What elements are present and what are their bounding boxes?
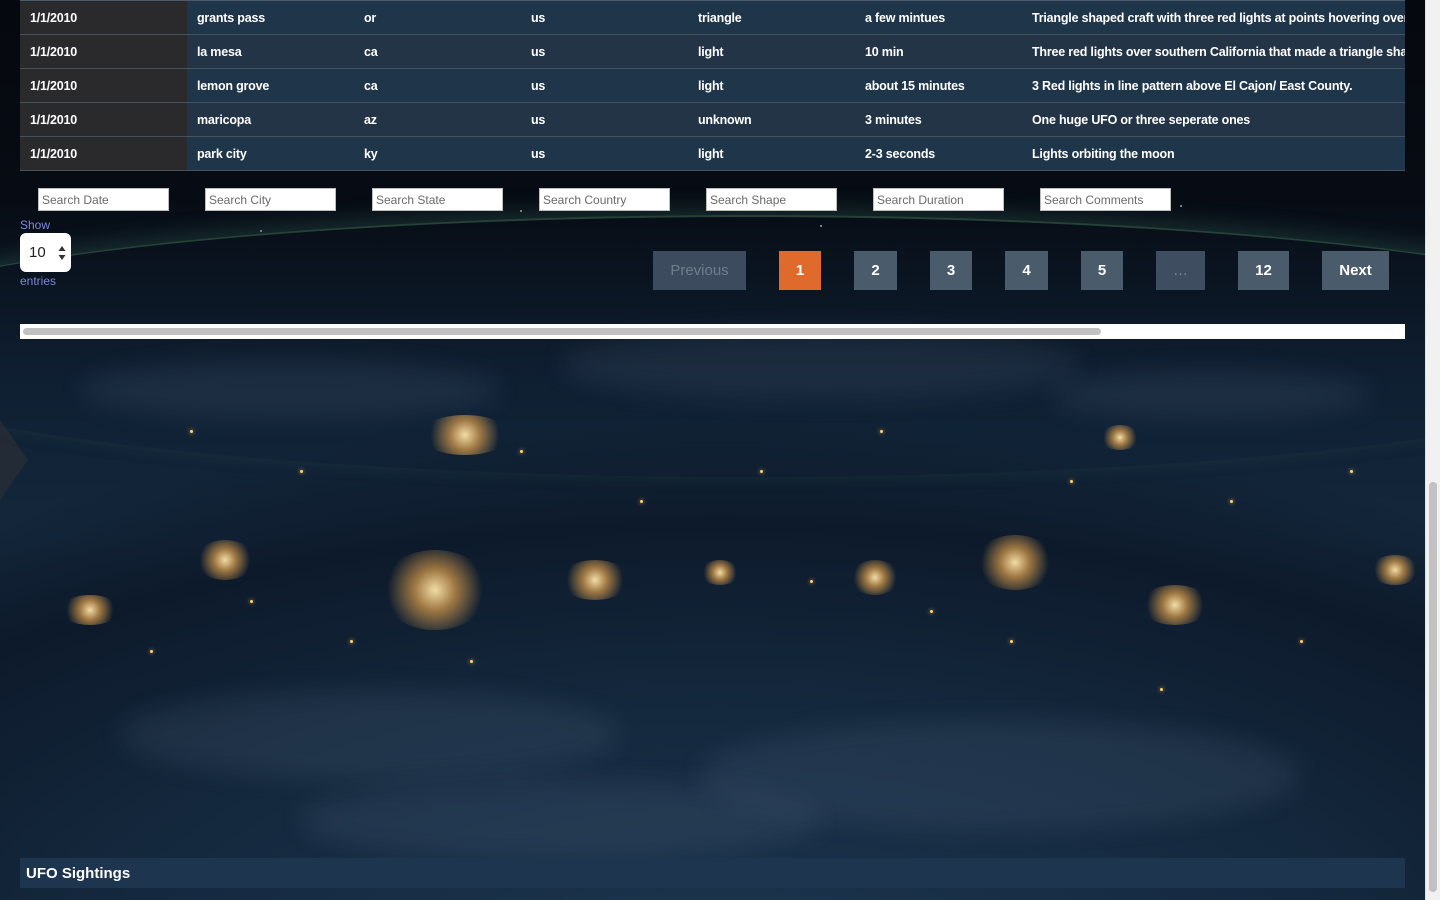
- table-row: 1/1/2010 maricopa az us unknown 3 minute…: [20, 102, 1405, 137]
- cell-city: lemon grove: [187, 68, 354, 103]
- cell-state: ca: [354, 34, 521, 69]
- ufo-sightings-table: 1/1/2010 grants pass or us triangle a fe…: [20, 0, 1405, 171]
- page-button-5[interactable]: 5: [1081, 251, 1123, 290]
- page-button-4[interactable]: 4: [1005, 251, 1048, 290]
- search-country-input[interactable]: [539, 188, 670, 211]
- cell-country: us: [521, 34, 688, 69]
- cell-shape: light: [688, 68, 855, 103]
- horizontal-scrollbar-thumb[interactable]: [23, 328, 1101, 335]
- search-state-input[interactable]: [372, 188, 503, 211]
- search-duration-input[interactable]: [873, 188, 1004, 211]
- search-shape-input[interactable]: [706, 188, 837, 211]
- cell-country: us: [521, 136, 688, 171]
- cell-comments: 3 Red lights in line pattern above El Ca…: [1022, 68, 1405, 103]
- vertical-scrollbar-thumb[interactable]: [1429, 482, 1437, 892]
- pagination: Previous 1 2 3 4 5 … 12 Next: [20, 251, 1405, 290]
- cell-shape: light: [688, 34, 855, 69]
- cell-comments: Lights orbiting the moon: [1022, 136, 1405, 171]
- cell-shape: triangle: [688, 0, 855, 35]
- cell-country: us: [521, 102, 688, 137]
- search-city-input[interactable]: [205, 188, 336, 211]
- previous-button[interactable]: Previous: [653, 251, 746, 290]
- cell-city: maricopa: [187, 102, 354, 137]
- table-row: 1/1/2010 lemon grove ca us light about 1…: [20, 68, 1405, 103]
- cell-state: or: [354, 0, 521, 35]
- column-filters: [20, 188, 1405, 211]
- cell-date: 1/1/2010: [20, 0, 187, 35]
- table-row: 1/1/2010 park city ky us light 2-3 secon…: [20, 136, 1405, 171]
- cell-country: us: [521, 0, 688, 35]
- cell-comments: One huge UFO or three seperate ones: [1022, 102, 1405, 137]
- page-button-3[interactable]: 3: [930, 251, 972, 290]
- cell-comments: Three red lights over southern Californi…: [1022, 34, 1405, 69]
- cell-shape: unknown: [688, 102, 855, 137]
- cell-date: 1/1/2010: [20, 68, 187, 103]
- table-row: 1/1/2010 la mesa ca us light 10 min Thre…: [20, 34, 1405, 69]
- cell-date: 1/1/2010: [20, 34, 187, 69]
- show-label: Show: [20, 218, 51, 232]
- cell-city: park city: [187, 136, 354, 171]
- page-vertical-scrollbar[interactable]: [1425, 0, 1440, 900]
- search-date-input[interactable]: [38, 188, 169, 211]
- cell-state: az: [354, 102, 521, 137]
- pagination-ellipsis: …: [1156, 251, 1205, 290]
- cell-duration: 3 minutes: [855, 102, 1022, 137]
- cell-duration: 2-3 seconds: [855, 136, 1022, 171]
- table-horizontal-scrollbar[interactable]: [20, 324, 1405, 339]
- cell-date: 1/1/2010: [20, 102, 187, 137]
- cell-city: la mesa: [187, 34, 354, 69]
- footer-title: UFO Sightings: [26, 865, 131, 882]
- cell-state: ky: [354, 136, 521, 171]
- cell-duration: 10 min: [855, 34, 1022, 69]
- footer-bar: UFO Sightings: [20, 858, 1405, 888]
- page-button-1[interactable]: 1: [779, 251, 821, 290]
- next-button[interactable]: Next: [1322, 251, 1389, 290]
- page-button-12[interactable]: 12: [1238, 251, 1289, 290]
- cell-state: ca: [354, 68, 521, 103]
- cell-date: 1/1/2010: [20, 136, 187, 171]
- cell-comments: Triangle shaped craft with three red lig…: [1022, 0, 1405, 35]
- cell-duration: a few mintues: [855, 0, 1022, 35]
- cell-country: us: [521, 68, 688, 103]
- cell-shape: light: [688, 136, 855, 171]
- cell-duration: about 15 minutes: [855, 68, 1022, 103]
- search-comments-input[interactable]: [1040, 188, 1171, 211]
- main-content: 1/1/2010 grants pass or us triangle a fe…: [20, 0, 1405, 339]
- table-row: 1/1/2010 grants pass or us triangle a fe…: [20, 0, 1405, 35]
- cell-city: grants pass: [187, 0, 354, 35]
- page-button-2[interactable]: 2: [854, 251, 897, 290]
